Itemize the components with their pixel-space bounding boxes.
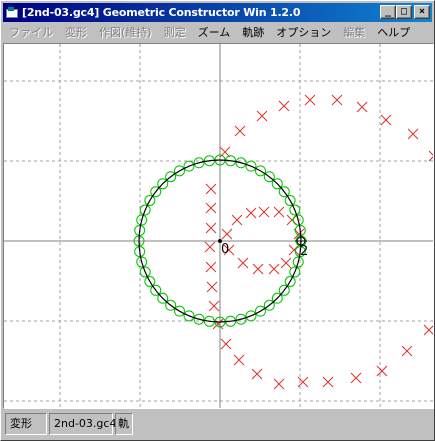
menu-options[interactable]: オプション — [270, 24, 337, 42]
locus-cross-mark — [208, 300, 220, 312]
locus-cross-mark — [423, 324, 433, 336]
locus-cross-mark — [231, 214, 243, 226]
locus-cross-mark — [376, 365, 388, 377]
cross-locus — [204, 94, 433, 390]
locus-cross-mark — [273, 378, 285, 390]
locus-cross-mark — [280, 257, 292, 269]
locus-cross-mark — [256, 110, 268, 122]
drawing-canvas[interactable]: 0 2 — [3, 43, 434, 409]
locus-cross-mark — [304, 94, 316, 106]
status-file: 2nd-03.gc4 — [49, 413, 116, 435]
locus-cross-mark — [407, 128, 419, 140]
locus-cross-mark — [205, 261, 217, 273]
status-extra: 軌 — [115, 413, 133, 435]
locus-cross-mark — [288, 244, 300, 256]
locus-cross-mark — [205, 183, 217, 195]
menu-locus[interactable]: 軌跡 — [236, 24, 270, 42]
title-bar[interactable]: [2nd-03.gc4] Geometric Constructor Win 1… — [3, 3, 432, 22]
locus-cross-mark — [205, 202, 217, 214]
locus-cross-mark — [322, 376, 334, 388]
locus-cross-mark — [278, 100, 290, 112]
locus-cross-mark — [286, 214, 298, 226]
locus-cross-mark — [206, 281, 218, 293]
locus-cross-mark — [205, 222, 217, 234]
locus-cross-mark — [252, 263, 264, 275]
locus-cross-mark — [401, 345, 413, 357]
window-controls: _ □ × — [380, 5, 430, 19]
menu-file[interactable]: ファイル — [3, 24, 59, 42]
minimize-button[interactable]: _ — [380, 5, 396, 19]
menu-bar: ファイル 変形 作図(維持) 測定 ズーム 軌跡 オプション 編集 ヘルプ — [3, 23, 432, 42]
app-window: [2nd-03.gc4] Geometric Constructor Win 1… — [0, 0, 435, 441]
close-button[interactable]: × — [414, 5, 430, 19]
menu-zoom[interactable]: ズーム — [192, 24, 237, 42]
locus-cross-mark — [221, 228, 233, 240]
locus-cross-mark — [245, 207, 257, 219]
point-label-2: 2 — [300, 244, 308, 259]
locus-cross-mark — [258, 206, 270, 218]
locus-cross-mark — [273, 206, 285, 218]
locus-cross-mark — [233, 354, 245, 366]
menu-construct[interactable]: 作図(維持) — [93, 24, 158, 42]
locus-cross-mark — [237, 257, 249, 269]
axes — [4, 44, 433, 408]
window-title: [2nd-03.gc4] Geometric Constructor Win 1… — [22, 6, 301, 19]
status-mode: 変形 — [5, 413, 47, 435]
maximize-button[interactable]: □ — [396, 5, 412, 19]
grid — [4, 44, 433, 408]
status-bar: 変形 2nd-03.gc4 軌 — [3, 411, 432, 437]
locus-cross-mark — [380, 114, 392, 126]
point-label-origin: 0 — [221, 242, 229, 257]
locus-cross-mark — [251, 368, 263, 380]
menu-transform[interactable]: 変形 — [59, 24, 93, 42]
menu-help[interactable]: ヘルプ — [371, 24, 416, 42]
locus-cross-mark — [428, 150, 433, 162]
locus-cross-mark — [356, 101, 368, 113]
menu-measure[interactable]: 測定 — [158, 24, 192, 42]
locus-cross-mark — [350, 372, 362, 384]
menu-edit[interactable]: 編集 — [337, 24, 371, 42]
geometry-canvas[interactable]: 0 2 — [4, 44, 434, 409]
locus-cross-mark — [268, 263, 280, 275]
locus-cross-mark — [220, 338, 232, 350]
locus-cross-mark — [234, 125, 246, 137]
locus-cross-mark — [204, 241, 216, 253]
app-icon[interactable] — [5, 6, 19, 20]
locus-cross-mark — [331, 94, 343, 106]
